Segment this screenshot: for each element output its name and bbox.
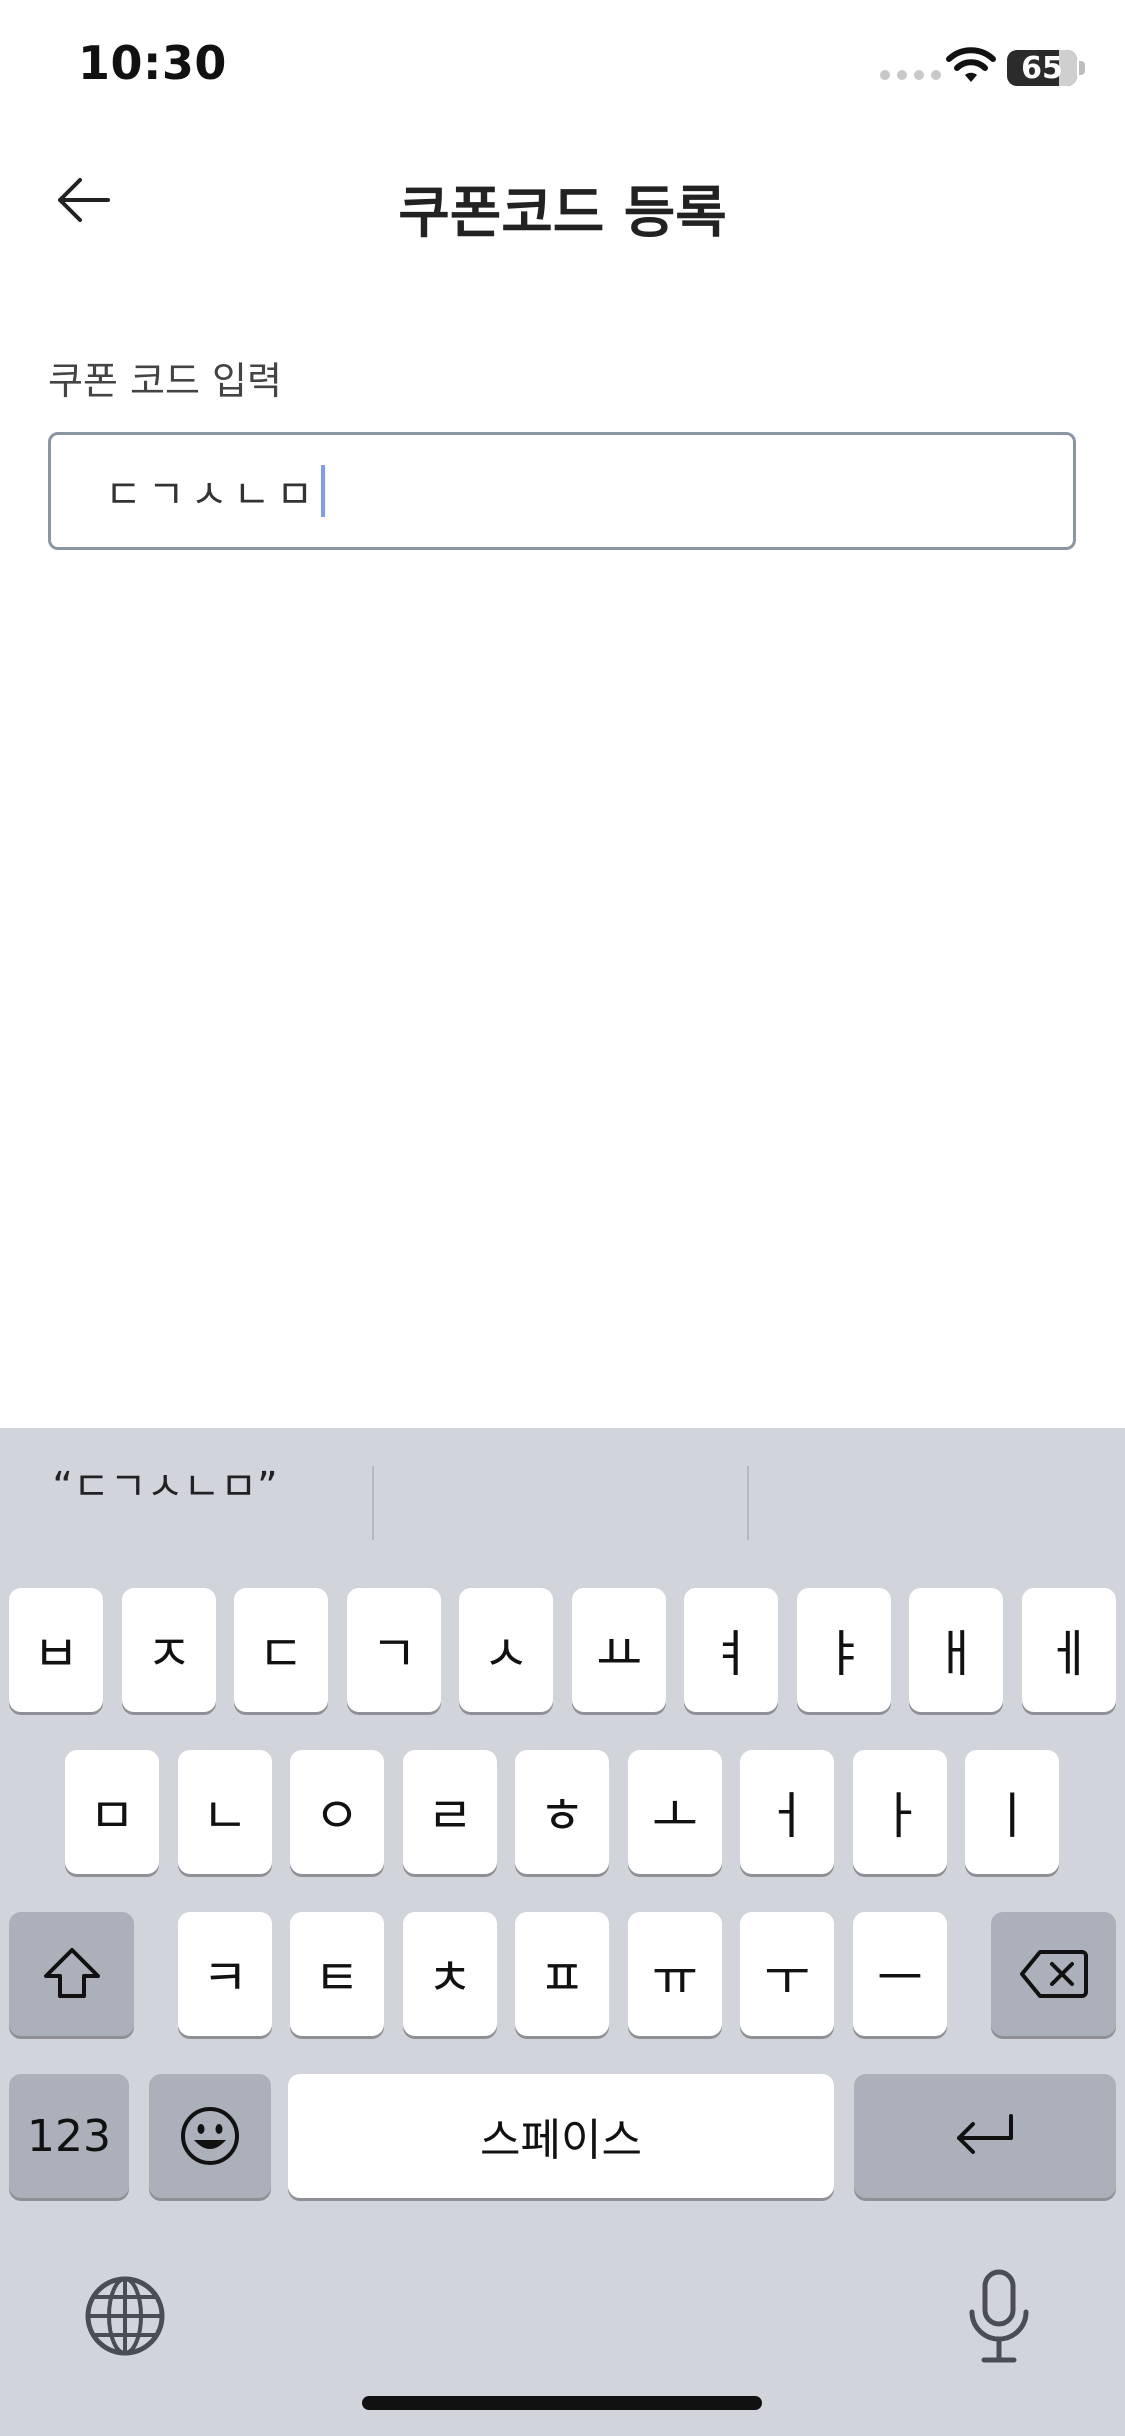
key-i[interactable]: ㅣ (965, 1750, 1059, 1874)
key-p[interactable]: ㅍ (515, 1912, 609, 2036)
key-yeo[interactable]: ㅕ (684, 1588, 778, 1712)
page-title: 쿠폰코드 등록 (398, 181, 727, 246)
emoji-icon (181, 2107, 239, 2165)
space-key[interactable]: 스페이스 (288, 2074, 834, 2198)
key-eu[interactable]: ㅡ (853, 1912, 947, 2036)
wifi-icon (946, 47, 996, 82)
globe-icon[interactable] (84, 2275, 166, 2357)
key-s[interactable]: ㅅ (459, 1588, 553, 1712)
suggestion-divider (372, 1466, 374, 1540)
shift-key[interactable] (9, 1912, 134, 2036)
key-eo[interactable]: ㅓ (740, 1750, 834, 1874)
key-ae[interactable]: ㅐ (909, 1588, 1003, 1712)
suggestion-item[interactable]: “ㄷㄱㅅㄴㅁ” (0, 1428, 330, 1538)
key-u[interactable]: ㅜ (740, 1912, 834, 2036)
key-e[interactable]: ㅔ (1022, 1588, 1116, 1712)
key-m[interactable]: ㅁ (65, 1750, 159, 1874)
key-ieung[interactable]: ㅇ (290, 1750, 384, 1874)
key-o[interactable]: ㅗ (628, 1750, 722, 1874)
battery-indicator: 65 (1007, 50, 1077, 86)
key-ch[interactable]: ㅊ (403, 1912, 497, 2036)
key-j[interactable]: ㅈ (122, 1588, 216, 1712)
key-yo[interactable]: ㅛ (572, 1588, 666, 1712)
key-k[interactable]: ㅋ (178, 1912, 272, 2036)
key-a[interactable]: ㅏ (853, 1750, 947, 1874)
return-key[interactable] (854, 2074, 1116, 2198)
suggestion-divider (747, 1466, 749, 1540)
key-ya[interactable]: ㅑ (797, 1588, 891, 1712)
backspace-icon (1019, 1950, 1088, 1998)
coupon-code-input[interactable]: ㄷㄱㅅㄴㅁ (48, 432, 1076, 550)
cellular-signal-icon (880, 70, 941, 80)
home-indicator[interactable] (362, 2396, 762, 2410)
key-n[interactable]: ㄴ (178, 1750, 272, 1874)
coupon-code-label: 쿠폰 코드 입력 (48, 359, 282, 403)
text-cursor (321, 465, 325, 517)
key-d[interactable]: ㄷ (234, 1588, 328, 1712)
key-g[interactable]: ㄱ (347, 1588, 441, 1712)
keyboard: “ㄷㄱㅅㄴㅁ” ㅂ ㅈ ㄷ ㄱ ㅅ ㅛ ㅕ ㅑ ㅐ ㅔ ㅁ ㄴ ㅇ ㄹ ㅎ ㅗ … (0, 1428, 1125, 2436)
key-yu[interactable]: ㅠ (628, 1912, 722, 2036)
battery-tip (1079, 61, 1085, 75)
key-b[interactable]: ㅂ (9, 1588, 103, 1712)
key-r[interactable]: ㄹ (403, 1750, 497, 1874)
coupon-code-value: ㄷㄱㅅㄴㅁ (105, 472, 319, 518)
shift-icon (43, 1948, 100, 1998)
delete-key[interactable] (991, 1912, 1116, 2036)
microphone-icon[interactable] (964, 2268, 1034, 2368)
emoji-key[interactable] (149, 2074, 271, 2198)
key-h[interactable]: ㅎ (515, 1750, 609, 1874)
numbers-key[interactable]: 123 (9, 2074, 129, 2198)
return-icon (957, 2114, 1013, 2154)
key-t[interactable]: ㅌ (290, 1912, 384, 2036)
status-time: 10:30 (78, 36, 227, 90)
